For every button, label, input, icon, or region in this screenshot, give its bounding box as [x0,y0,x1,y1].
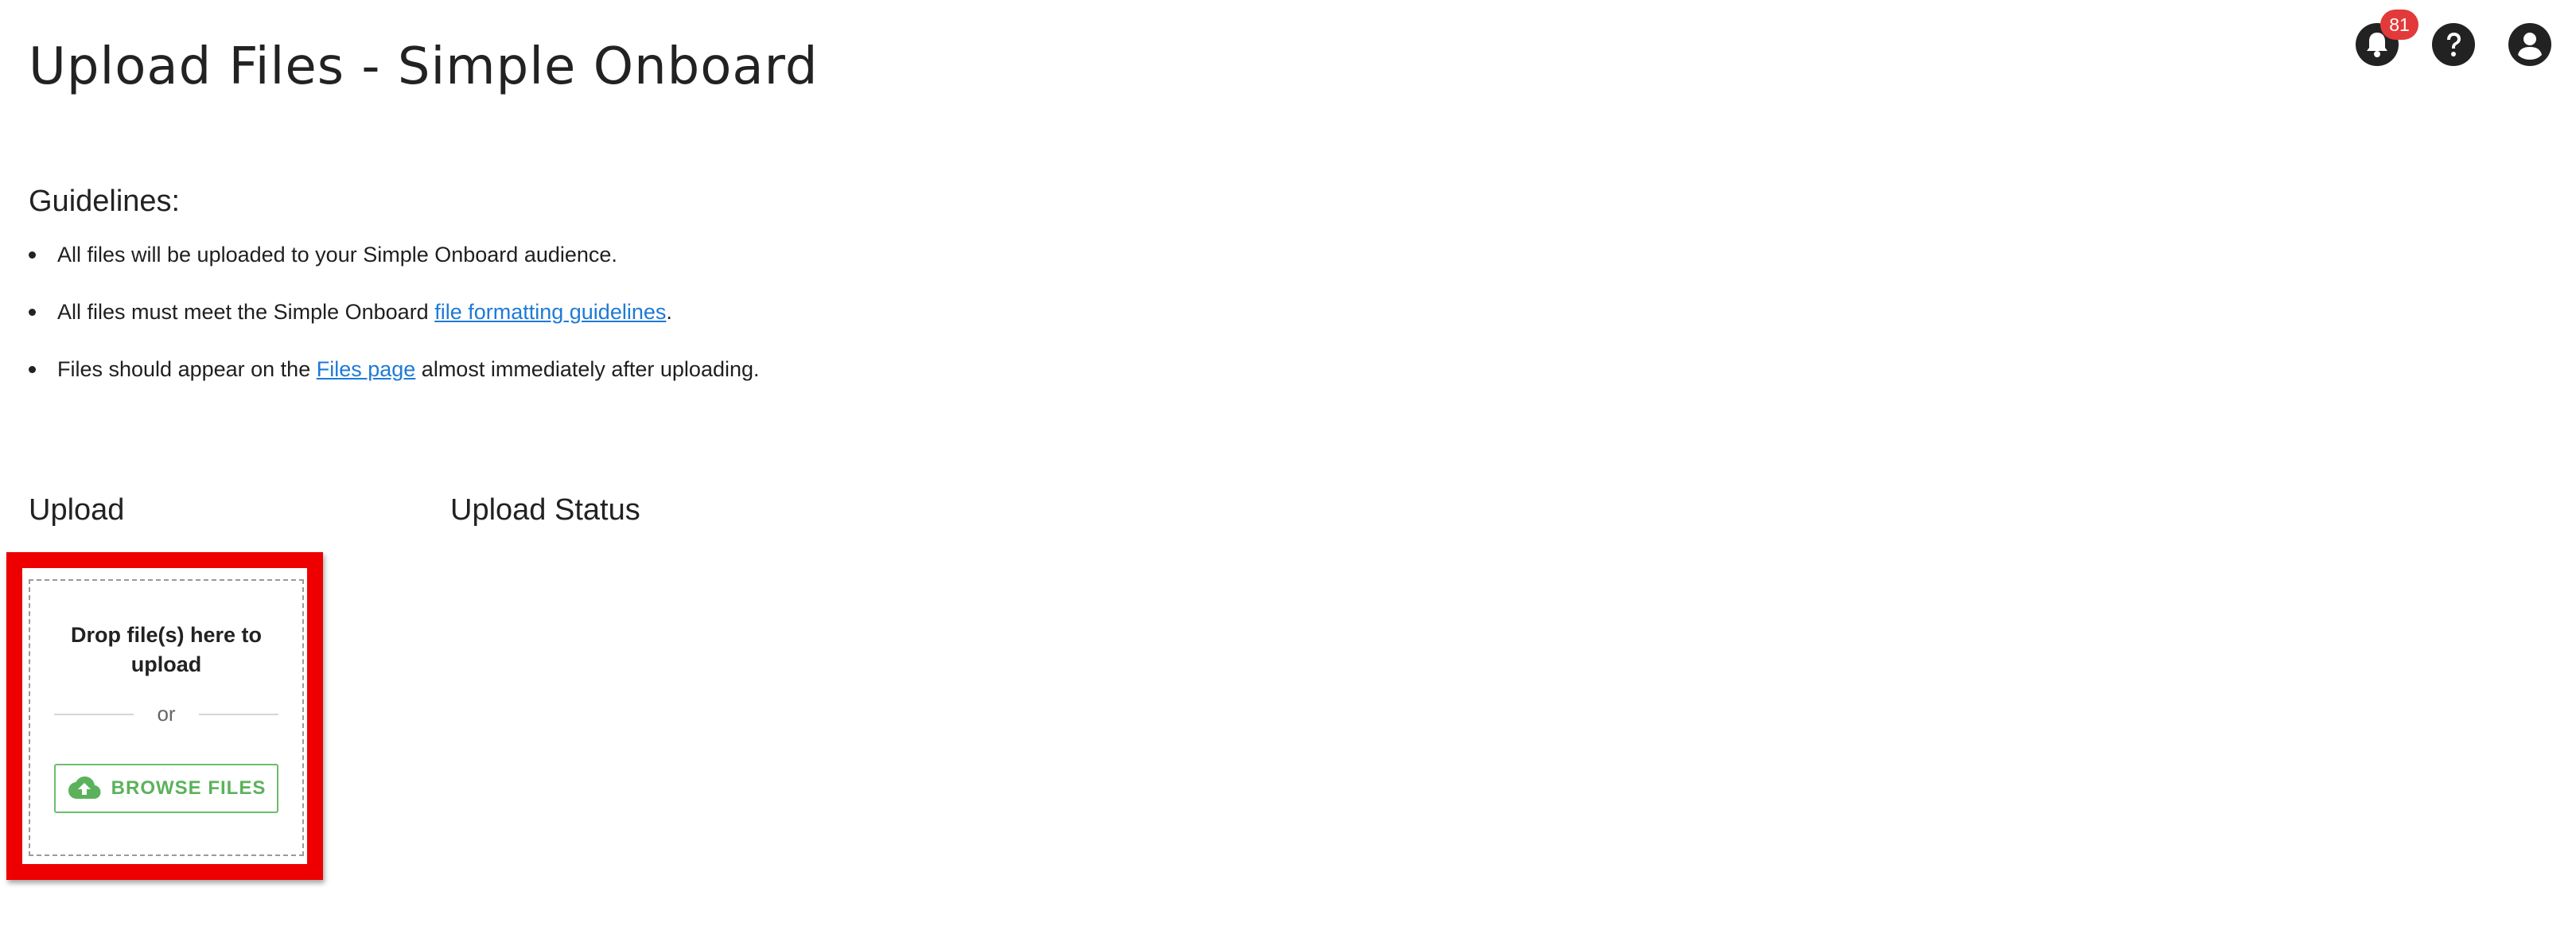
guideline-text: All files must meet the Simple Onboard [57,300,435,324]
dropzone-text: Drop file(s) here to upload [70,623,263,676]
guideline-item: All files must meet the Simple Onboard f… [29,296,760,328]
upload-status-heading: Upload Status [450,493,640,527]
upload-heading: Upload [29,493,125,527]
user-icon [2508,22,2552,67]
file-dropzone[interactable]: Drop file(s) here to upload or BROWSE FI… [29,579,304,856]
header-actions: 81 [2355,10,2552,67]
help-button[interactable] [2431,22,2476,67]
file-formatting-guidelines-link[interactable]: file formatting guidelines [434,300,666,324]
upload-files-page: Upload Files - Simple Onboard 81 Guideli… [0,0,2576,942]
or-divider: or [54,702,278,726]
guideline-item: Files should appear on the Files page al… [29,353,760,385]
guideline-text: All files will be uploaded to your Simpl… [57,243,617,267]
notifications-button[interactable]: 81 [2355,10,2418,67]
guidelines-heading: Guidelines: [29,185,181,218]
bullet-icon [29,309,36,316]
guidelines-list: All files will be uploaded to your Simpl… [29,239,760,411]
divider-line [199,714,278,715]
guideline-text: . [666,300,672,324]
help-icon [2431,22,2476,67]
bullet-icon [29,366,36,373]
bullet-icon [29,251,36,259]
account-button[interactable] [2508,22,2552,67]
cloud-upload-icon [67,775,102,802]
files-page-link[interactable]: Files page [317,357,416,381]
guideline-item: All files will be uploaded to your Simpl… [29,239,760,271]
page-title: Upload Files - Simple Onboard [29,37,819,96]
guideline-text: Files should appear on the [57,357,317,381]
browse-files-button[interactable]: BROWSE FILES [54,764,278,813]
browse-files-label: BROWSE FILES [111,777,267,799]
guideline-text: almost immediately after uploading. [415,357,760,381]
notification-count-badge: 81 [2380,10,2418,40]
